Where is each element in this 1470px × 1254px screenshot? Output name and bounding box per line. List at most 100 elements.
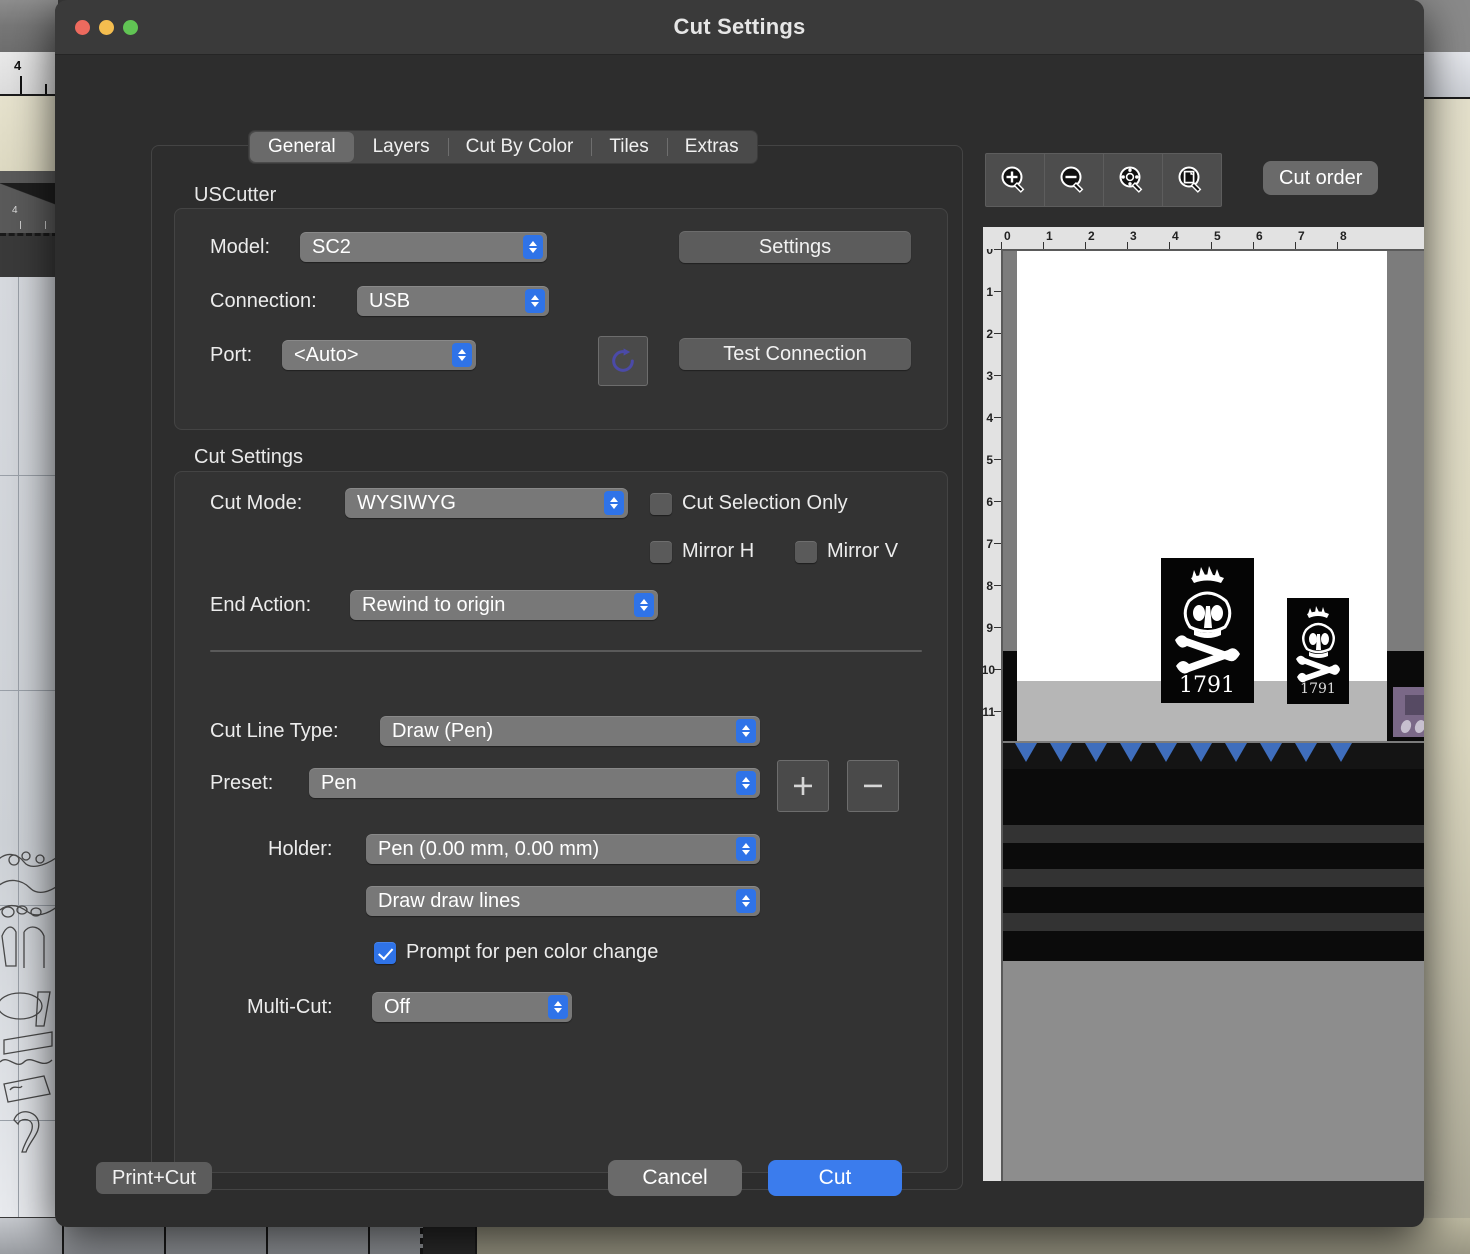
holder-action-select[interactable]: Draw draw lines — [366, 886, 760, 916]
model-select[interactable]: SC2 — [300, 232, 547, 262]
machine-band — [1003, 931, 1424, 961]
ruler-tick-label: 5 — [986, 453, 993, 467]
pinch-roller-marker[interactable] — [1155, 743, 1177, 762]
mirror-h-checkbox[interactable]: Mirror H — [650, 540, 754, 563]
ruler-tick-label: 5 — [1214, 229, 1221, 243]
tab-label: Extras — [684, 136, 739, 157]
preset-select[interactable]: Pen — [309, 768, 760, 798]
minimize-button[interactable] — [99, 19, 114, 35]
zoom-fit-page-button[interactable] — [1163, 154, 1221, 206]
chevron-updown-icon — [736, 771, 756, 795]
artwork-object-small[interactable]: 1791 — [1287, 598, 1349, 704]
cut-line-type-select[interactable]: Draw (Pen) — [380, 716, 760, 746]
tab-bar: General Layers Cut By Color Tiles Extras — [248, 130, 758, 164]
background-grid-line — [0, 690, 58, 691]
prompt-pen-color-label: Prompt for pen color change — [406, 941, 659, 963]
model-value: SC2 — [312, 235, 351, 258]
mirror-h-label: Mirror H — [682, 540, 755, 562]
cut-button[interactable]: Cut — [768, 1160, 902, 1196]
cutter-carriage — [1393, 687, 1424, 737]
cut-mode-select[interactable]: WYSIWYG — [345, 488, 628, 518]
artwork-object-large[interactable]: 1791 — [1161, 558, 1254, 703]
cut-preview[interactable]: 0 1 2 3 4 5 6 7 8 0 1 2 3 4 5 6 7 8 9 0 … — [983, 227, 1424, 1181]
machine-band — [1003, 887, 1424, 913]
ruler-tick-label: 10 — [983, 663, 995, 677]
tab-extras[interactable]: Extras — [666, 131, 757, 163]
mirror-v-checkbox[interactable]: Mirror V — [795, 540, 898, 563]
chevron-updown-icon — [736, 889, 756, 913]
background-horizontal-ruler: 4 — [0, 52, 58, 96]
ruler-tick-label: 3 — [1130, 229, 1137, 243]
ruler-tick-label: 3 — [986, 369, 993, 383]
preset-row: Preset: — [210, 772, 273, 795]
dialog-footer: Print+Cut Cancel Cut — [55, 1148, 1424, 1227]
add-preset-button[interactable] — [777, 760, 829, 812]
connection-select[interactable]: USB — [357, 286, 549, 316]
svg-text:1791: 1791 — [1300, 681, 1336, 697]
ruler-tick-label: 7 — [986, 537, 993, 551]
pinch-roller-marker[interactable] — [1295, 743, 1317, 762]
zoom-fit-page-icon — [1178, 166, 1202, 193]
ruler-tick-label: 2 — [986, 327, 993, 341]
cancel-button[interactable]: Cancel — [608, 1160, 742, 1196]
background-grid-line — [0, 475, 58, 476]
cut-settings-group-box — [174, 471, 948, 1173]
cut-canvas[interactable]: 1791 1791 — [1003, 251, 1424, 1181]
zoom-fit-selection-button[interactable] — [1104, 154, 1163, 206]
prompt-pen-color-checkbox[interactable]: Prompt for pen color change — [374, 941, 658, 964]
pinch-roller-marker[interactable] — [1050, 743, 1072, 762]
tab-cut-by-color[interactable]: Cut By Color — [447, 131, 592, 163]
zoom-toolbar — [985, 153, 1222, 207]
print-cut-button[interactable]: Print+Cut — [96, 1162, 212, 1194]
refresh-ports-button[interactable] — [598, 336, 648, 386]
pinch-roller-markers — [1003, 743, 1424, 769]
pinch-roller-marker[interactable] — [1085, 743, 1107, 762]
pinch-roller-marker[interactable] — [1330, 743, 1352, 762]
background-beige-strip — [0, 96, 58, 171]
pinch-roller-marker[interactable] — [1120, 743, 1142, 762]
port-label: Port: — [210, 344, 253, 366]
tab-label: General — [268, 136, 336, 157]
end-action-row: End Action: — [210, 594, 311, 617]
settings-button-label: Settings — [758, 235, 832, 258]
pinch-roller-marker[interactable] — [1260, 743, 1282, 762]
tab-label: Tiles — [609, 136, 649, 157]
plus-icon — [794, 777, 812, 795]
port-select[interactable]: <Auto> — [282, 340, 476, 370]
cut-selection-only-checkbox[interactable]: Cut Selection Only — [650, 492, 848, 515]
cut-order-button[interactable]: Cut order — [1263, 161, 1379, 195]
ruler-tick-label: 6 — [1256, 229, 1263, 243]
test-connection-label: Test Connection — [723, 342, 867, 365]
cut-line-type-row: Cut Line Type: — [210, 720, 339, 743]
cut-order-label: Cut order — [1279, 166, 1363, 189]
remove-preset-button[interactable] — [847, 760, 899, 812]
chevron-updown-icon — [736, 837, 756, 861]
holder-select[interactable]: Pen (0.00 mm, 0.00 mm) — [366, 834, 760, 864]
machine-band — [1003, 769, 1424, 825]
settings-button[interactable]: Settings — [679, 231, 911, 263]
pinch-roller-marker[interactable] — [1015, 743, 1037, 762]
zoom-in-button[interactable] — [986, 154, 1045, 206]
background-toolbar — [0, 0, 58, 52]
model-row: Model: — [210, 236, 270, 259]
cut-settings-dialog: Cut Settings General Layers Cut By Color… — [55, 0, 1424, 1227]
zoom-button[interactable] — [123, 19, 138, 35]
tab-tiles[interactable]: Tiles — [591, 131, 666, 163]
end-action-select[interactable]: Rewind to origin — [350, 590, 658, 620]
cut-line-type-label: Cut Line Type: — [210, 720, 339, 742]
tab-layers[interactable]: Layers — [355, 131, 448, 163]
test-connection-button[interactable]: Test Connection — [679, 338, 911, 370]
tab-general[interactable]: General — [250, 132, 354, 162]
close-button[interactable] — [75, 19, 90, 35]
pinch-roller-marker[interactable] — [1225, 743, 1247, 762]
uscutter-group-label: USCutter — [194, 184, 277, 206]
multicut-label: Multi-Cut: — [247, 996, 333, 1018]
checkbox-box — [650, 540, 672, 563]
multicut-select[interactable]: Off — [372, 992, 572, 1022]
holder-action-value: Draw draw lines — [378, 889, 521, 912]
window-controls — [75, 19, 138, 35]
multicut-row: Multi-Cut: — [247, 996, 333, 1019]
zoom-out-button[interactable] — [1045, 154, 1104, 206]
minus-icon — [864, 784, 882, 788]
pinch-roller-marker[interactable] — [1190, 743, 1212, 762]
